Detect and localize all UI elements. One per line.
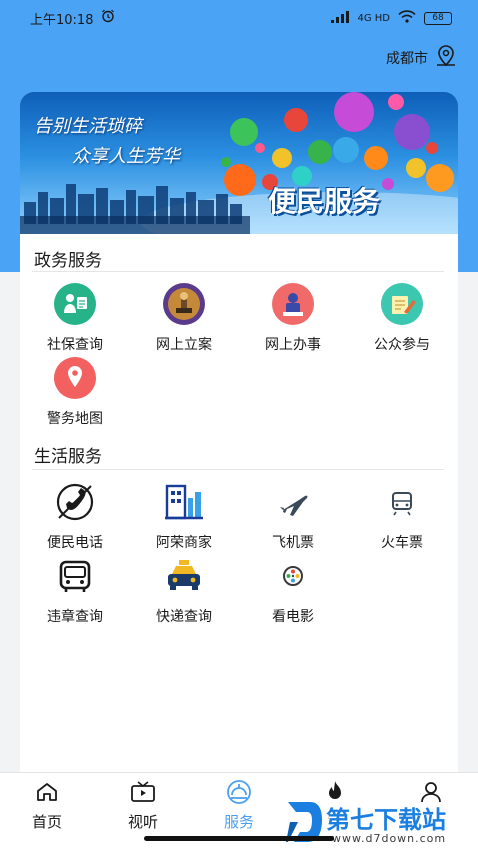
online-affairs-icon bbox=[271, 282, 315, 326]
tab-home[interactable]: 首页 bbox=[12, 779, 82, 832]
building-icon bbox=[162, 480, 206, 524]
banner-slogan-line1: 告别生活琐碎 bbox=[34, 116, 142, 137]
grid-item-air-ticket[interactable]: 飞机票 bbox=[238, 480, 348, 552]
taxi-icon bbox=[162, 554, 206, 598]
battery-icon: 68 bbox=[424, 11, 452, 25]
gov-services-title: 政务服务 bbox=[34, 251, 102, 271]
tab-label: 服务 bbox=[223, 813, 254, 831]
grid-item-express-query[interactable]: 快递查询 bbox=[129, 554, 239, 626]
grid-item-violation-query[interactable]: 违章查询 bbox=[20, 554, 130, 626]
grid-item-public-participation[interactable]: 公众参与 bbox=[347, 282, 457, 354]
grid-item-train-ticket[interactable]: 火车票 bbox=[347, 480, 457, 552]
public-participation-icon bbox=[380, 282, 424, 326]
phone-icon bbox=[53, 480, 97, 524]
grid-item-online-filing[interactable]: 网上立案 bbox=[129, 282, 239, 354]
watermark: 第七下载站 www.d7down.com bbox=[282, 798, 474, 850]
watermark-url: www.d7down.com bbox=[332, 832, 447, 845]
social-security-icon bbox=[53, 282, 97, 326]
grid-item-social-security[interactable]: 社保查询 bbox=[20, 282, 130, 354]
tv-icon bbox=[130, 779, 156, 805]
cell-signal-icon bbox=[331, 10, 350, 26]
divider bbox=[32, 271, 444, 272]
grid-item-police-map[interactable]: 警务地图 bbox=[20, 356, 130, 428]
status-bar: 上午10:18 4G HD 68 bbox=[0, 0, 478, 36]
airplane-icon bbox=[271, 480, 315, 524]
police-map-icon bbox=[53, 356, 97, 400]
services-card: 政务服务 社保查询 网上立案 网上办事 公众参与 警务地图 生活服务 便民电话 … bbox=[20, 234, 458, 772]
home-icon bbox=[34, 779, 60, 805]
grid-item-label: 网上办事 bbox=[265, 337, 321, 353]
banner[interactable]: 告别生活琐碎 众享人生芳华 便民服务 bbox=[20, 92, 458, 234]
grid-item-label: 网上立案 bbox=[156, 337, 212, 353]
network-type-label: 4G HD bbox=[357, 12, 390, 24]
home-indicator bbox=[144, 836, 334, 841]
divider bbox=[32, 469, 444, 470]
train-icon bbox=[380, 480, 424, 524]
alarm-icon bbox=[101, 9, 115, 27]
grid-item-label: 违章查询 bbox=[47, 609, 103, 625]
grid-item-arong-merchants[interactable]: 阿荣商家 bbox=[129, 480, 239, 552]
life-services-title: 生活服务 bbox=[34, 447, 102, 467]
grid-item-label: 便民电话 bbox=[47, 535, 103, 551]
watermark-text: 第七下载站 bbox=[326, 806, 446, 834]
grid-item-watch-movie[interactable]: 看电影 bbox=[238, 554, 348, 626]
grid-item-label: 社保查询 bbox=[47, 337, 103, 353]
banner-slogan-line2: 众享人生芳华 bbox=[72, 146, 180, 167]
banner-title: 便民服务 bbox=[268, 185, 381, 218]
film-reel-icon bbox=[271, 554, 315, 598]
bus-icon bbox=[53, 554, 97, 598]
service-icon bbox=[226, 779, 252, 805]
grid-item-label: 快递查询 bbox=[156, 609, 212, 625]
location-selector[interactable]: 成都市 bbox=[386, 44, 458, 72]
grid-item-label: 阿荣商家 bbox=[156, 535, 212, 551]
grid-item-label: 警务地图 bbox=[47, 411, 103, 427]
grid-item-label: 看电影 bbox=[272, 609, 314, 625]
grid-item-label: 飞机票 bbox=[272, 535, 314, 551]
tab-audiovisual[interactable]: 视听 bbox=[108, 779, 178, 832]
grid-item-label: 火车票 bbox=[381, 535, 423, 551]
online-filing-icon bbox=[162, 282, 206, 326]
grid-item-label: 公众参与 bbox=[374, 337, 430, 353]
status-time: 上午10:18 bbox=[30, 12, 94, 28]
location-pin-icon bbox=[434, 44, 458, 72]
tab-label: 视听 bbox=[127, 813, 158, 831]
grid-item-convenience-phone[interactable]: 便民电话 bbox=[20, 480, 130, 552]
grid-item-online-affairs[interactable]: 网上办事 bbox=[238, 282, 348, 354]
wifi-icon bbox=[398, 10, 416, 26]
city-label: 成都市 bbox=[386, 51, 428, 67]
tab-service[interactable]: 服务 bbox=[204, 779, 274, 832]
tab-label: 首页 bbox=[31, 813, 62, 831]
